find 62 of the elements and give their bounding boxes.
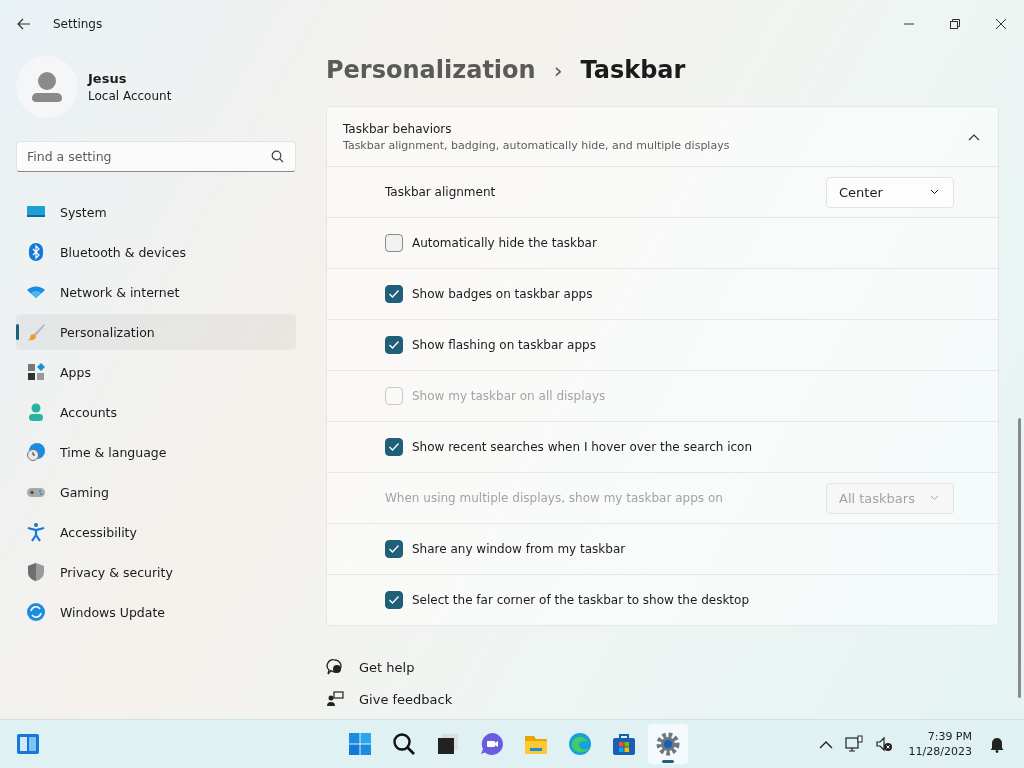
settings-icon[interactable] [648, 724, 688, 764]
nav-item[interactable]: Time & language [16, 434, 296, 470]
check-icon [388, 340, 400, 350]
user-name: Jesus [88, 71, 128, 86]
nav-item[interactable]: Windows Update [16, 594, 296, 630]
page-title: Taskbar [580, 56, 686, 84]
accessibility-icon [26, 522, 46, 542]
collapse-chevron-icon[interactable] [968, 132, 980, 141]
avatar-icon [16, 56, 78, 118]
brush-icon [26, 322, 46, 342]
account-type: Local Account [88, 89, 172, 103]
help-link[interactable]: Give feedback [359, 691, 453, 707]
dropdown[interactable]: Center [826, 176, 954, 208]
help-icon [326, 658, 344, 676]
nav-item[interactable]: Privacy & security [16, 554, 296, 590]
search-icon [271, 150, 284, 163]
search-field[interactable]: Find a setting [16, 141, 296, 172]
volume-muted-icon[interactable] [874, 735, 893, 753]
feedback-icon [326, 690, 344, 708]
check-icon [388, 544, 400, 554]
check-icon [388, 289, 400, 299]
nav-item[interactable]: Accounts [16, 394, 296, 430]
checkbox[interactable]: Show recent searches when I hover over the search icon [385, 438, 753, 456]
nav-item[interactable]: Apps [16, 354, 296, 390]
nav-item[interactable]: System [16, 194, 296, 230]
update-icon [26, 602, 46, 622]
checkbox[interactable]: Share any window from my taskbar [385, 540, 626, 558]
maximize-icon[interactable] [949, 18, 961, 30]
check-icon [388, 442, 400, 452]
section-subtitle: Taskbar alignment, badging, automatically hide, and multiple displays [343, 138, 731, 152]
notification-bell-icon[interactable] [988, 735, 1006, 753]
bluetooth-icon [26, 242, 46, 262]
clock-time[interactable]: 7:39 PM [927, 730, 972, 743]
breadcrumb-separator: › [553, 58, 563, 83]
network-icon[interactable] [844, 735, 863, 753]
checkbox[interactable]: Show flashing on taskbar apps [385, 336, 596, 354]
back-icon[interactable] [17, 18, 31, 30]
nav-item[interactable]: Network & internet [16, 274, 296, 310]
close-icon[interactable] [995, 18, 1007, 30]
check-icon [388, 595, 400, 605]
setting-label: When using multiple displays, show my taskbar apps on [385, 491, 724, 505]
nav-item[interactable]: Bluetooth & devices [16, 234, 296, 270]
apps-icon [26, 362, 46, 382]
shield-icon [26, 562, 46, 582]
checkbox[interactable]: Automatically hide the taskbar [385, 234, 597, 252]
nav-item[interactable]: Accessibility [16, 514, 296, 550]
caret-icon [930, 495, 939, 501]
help-link[interactable]: Get help [359, 659, 415, 675]
breadcrumb-parent[interactable]: Personalization [326, 56, 536, 84]
clock-date[interactable]: 11/28/2023 [908, 745, 972, 758]
caret-icon [930, 189, 939, 195]
person-icon [26, 402, 46, 422]
nav-item[interactable]: Gaming [16, 474, 296, 510]
window-title: Settings [53, 17, 103, 31]
section-title: Taskbar behaviors [343, 121, 453, 136]
checkbox[interactable]: Select the far corner of the taskbar to show the desktop [385, 591, 749, 609]
setting-label: Taskbar alignment [385, 185, 497, 199]
nav-item[interactable]: Personalization [16, 314, 296, 350]
widgets-icon[interactable] [16, 733, 40, 755]
chevron-up-icon[interactable] [818, 739, 833, 749]
globe-clock-icon [26, 442, 46, 462]
checkbox[interactable]: Show badges on taskbar apps [385, 285, 593, 303]
